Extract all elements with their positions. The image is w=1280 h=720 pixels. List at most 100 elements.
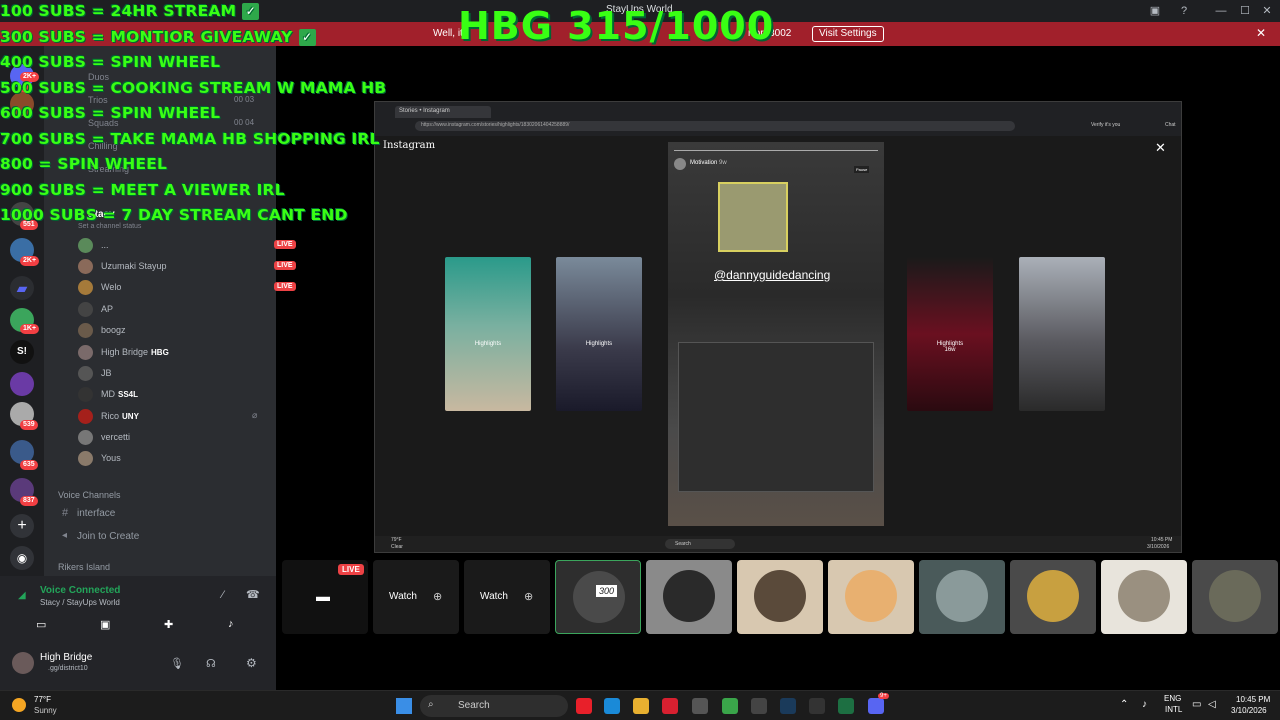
user-tile[interactable] [737, 560, 823, 634]
highlight-thumb: Highlights [556, 257, 642, 411]
weather-cond[interactable]: Sunny [34, 706, 57, 715]
sub-goal-line: 700 SUBS = TAKE MAMA HB SHOPPING IRL [0, 129, 380, 148]
stream-tile[interactable]: Watch ⊕ [464, 560, 550, 634]
voice-user[interactable]: ... LIVE [78, 236, 296, 257]
soundboard-icon[interactable]: ♪ [228, 618, 234, 630]
network-icon[interactable]: ▭ [1192, 699, 1201, 710]
user-tile[interactable]: 300 [555, 560, 641, 634]
watch-button[interactable]: Watch [389, 591, 417, 602]
stream-tile[interactable]: Watch ⊕ [373, 560, 459, 634]
inner-weather-temp: 79°F [391, 537, 402, 543]
folder-icon[interactable]: ▰ [10, 276, 34, 300]
user-name[interactable]: High Bridge [40, 652, 92, 663]
discord-icon[interactable] [868, 698, 884, 714]
clock-time[interactable]: 10:45 PM [1236, 695, 1270, 704]
adobe-icon[interactable] [662, 698, 678, 714]
voice-user[interactable]: boogz [78, 321, 268, 342]
voice-user[interactable]: AP [78, 300, 268, 321]
language-primary[interactable]: ENG [1164, 694, 1181, 703]
instagram-stories: Instagram ✕ Highlights Highlights Motiva… [375, 136, 1181, 536]
sub-goal-line: 400 SUBS = SPIN WHEEL [0, 53, 221, 71]
story-handle: @dannyguidedancing [714, 268, 831, 282]
voice-user[interactable]: Rico UNY ⌀ [78, 407, 268, 428]
microphone-icon[interactable]: ♪ [1142, 699, 1147, 710]
voice-user[interactable]: vercetti [78, 428, 268, 449]
stream-view[interactable]: Stories • Instagram https://www.instagra… [374, 101, 1182, 553]
highlight-label: Highlights [585, 341, 613, 347]
user-tile[interactable] [1192, 560, 1278, 634]
4k-icon[interactable] [809, 698, 825, 714]
voice-user-label: High Bridge [101, 347, 149, 357]
help-icon[interactable]: ? [1175, 2, 1193, 20]
chrome-icon[interactable] [722, 698, 738, 714]
excel-icon[interactable] [838, 698, 854, 714]
share-screen-icon[interactable]: ▣ [100, 618, 110, 631]
user-subtext: .gg/district10 [48, 665, 88, 672]
start-icon[interactable] [396, 698, 412, 714]
search-icon: ⌕ [428, 699, 434, 710]
channel-join-to-create[interactable]: Join to Create [77, 531, 139, 542]
voice-user[interactable]: MD SS4L [78, 385, 268, 406]
minimize-button[interactable]: — [1212, 2, 1230, 20]
avatar [573, 571, 625, 623]
voice-user[interactable]: JB [78, 364, 268, 385]
popout-icon[interactable]: ⊕ [433, 590, 442, 603]
voice-user[interactable]: Yous [78, 449, 268, 470]
user-tile[interactable] [919, 560, 1005, 634]
explore-icon[interactable]: ◉ [10, 546, 34, 570]
close-story-icon: ✕ [1155, 140, 1166, 155]
app-icon[interactable] [692, 698, 708, 714]
disconnect-icon[interactable]: ☎ [246, 588, 260, 601]
add-server-icon[interactable]: + [10, 514, 34, 538]
server-icon[interactable]: S! [10, 340, 34, 364]
user-tile[interactable] [1010, 560, 1096, 634]
app-icon[interactable] [751, 698, 767, 714]
category-rikers-island[interactable]: Rikers Island [58, 562, 110, 572]
voice-user[interactable]: Uzumaki Stayup LIVE [78, 257, 296, 278]
user-tile[interactable] [646, 560, 732, 634]
weather-temp[interactable]: 77°F [34, 695, 51, 704]
avatar[interactable] [12, 652, 34, 674]
camera-off-icon[interactable]: ▭ [36, 618, 46, 631]
clock-date[interactable]: 3/10/2026 [1231, 706, 1267, 715]
voice-user[interactable]: High Bridge HBG [78, 343, 268, 364]
my-stream-tile[interactable]: ▬ LIVE [282, 560, 368, 634]
discord-badge: 9+ [878, 693, 889, 699]
maximize-button[interactable]: ☐ [1236, 2, 1254, 20]
visit-settings-button[interactable]: Visit Settings [812, 26, 884, 42]
volume-icon[interactable]: ◁ [1208, 699, 1216, 710]
close-icon[interactable]: ✕ [1256, 26, 1266, 40]
steam-icon[interactable] [780, 698, 796, 714]
voice-channels-header[interactable]: Voice Channels [58, 490, 121, 500]
user-tile[interactable] [1101, 560, 1187, 634]
live-badge: LIVE [274, 240, 296, 249]
chevron-up-icon[interactable]: ⌃ [1120, 699, 1128, 710]
edge-icon[interactable] [604, 698, 620, 714]
opera-icon[interactable] [576, 698, 592, 714]
gear-icon[interactable]: ⚙ [246, 656, 257, 670]
language-secondary[interactable]: INTL [1165, 705, 1182, 714]
activities-icon[interactable]: ✚ [164, 618, 173, 631]
microphone-icon[interactable]: 🎙 [170, 657, 184, 670]
sub-goal-line: 1000 SUBS = 7 DAY STREAM CANT END [0, 206, 348, 224]
folder-icon[interactable] [633, 698, 649, 714]
check-icon: ✓ [242, 3, 260, 20]
voice-user[interactable]: Welo LIVE [78, 278, 296, 299]
channel-interface[interactable]: interface [77, 508, 115, 519]
close-button[interactable]: ✕ [1258, 2, 1276, 20]
avatar [78, 259, 93, 274]
highlight-label: Highlights [474, 341, 502, 347]
popout-icon[interactable]: ⊕ [524, 590, 533, 603]
verify-chip: Verify it's you [1091, 122, 1121, 128]
voice-status[interactable]: Voice Connected [40, 585, 120, 596]
watch-button[interactable]: Watch [480, 591, 508, 602]
check-icon: ✓ [298, 28, 316, 46]
screen-share-icon[interactable]: ▣ [1146, 2, 1164, 20]
user-tile[interactable] [828, 560, 914, 634]
avatar [78, 409, 93, 424]
voice-location[interactable]: Stacy / StayUps World [40, 598, 120, 607]
headphones-icon[interactable]: ☊ [206, 657, 216, 670]
server-icon[interactable] [10, 372, 34, 396]
noise-suppression-icon[interactable]: ⁄ [222, 589, 224, 601]
search-box[interactable]: ⌕ Search [420, 695, 568, 717]
